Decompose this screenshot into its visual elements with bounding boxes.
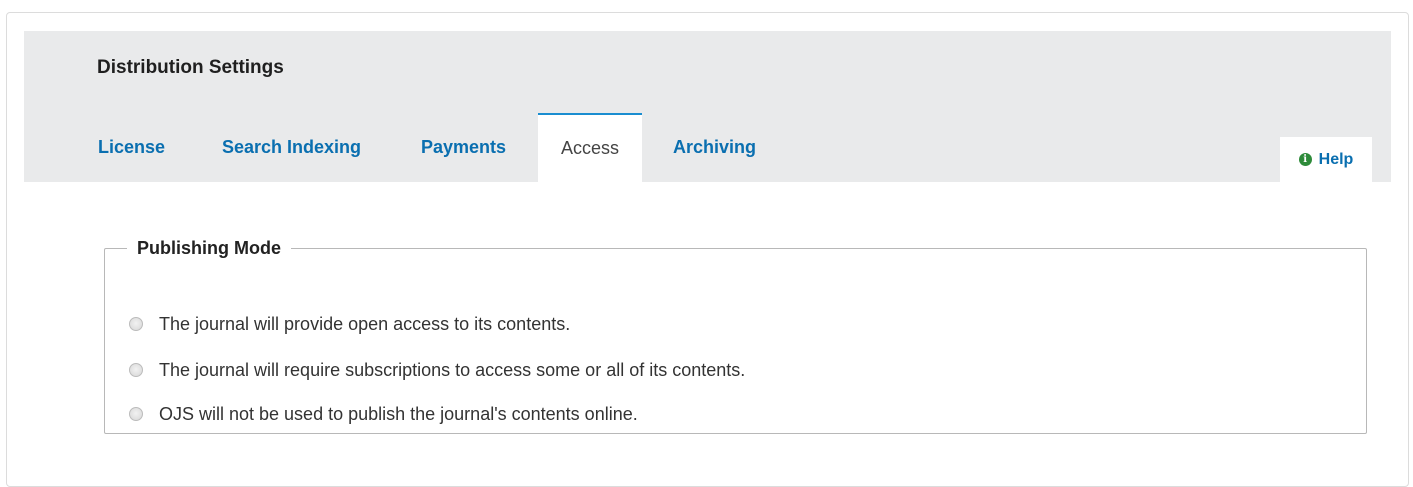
radio-button[interactable]: [129, 407, 143, 421]
tab-label: Archiving: [672, 137, 756, 157]
publishing-mode-option-none[interactable]: OJS will not be used to publish the jour…: [129, 402, 638, 426]
tab-label: License: [97, 137, 166, 157]
help-button[interactable]: i Help: [1280, 137, 1372, 182]
tab-search-indexing[interactable]: Search Indexing: [200, 113, 383, 182]
page-title: Distribution Settings: [97, 57, 284, 78]
tab-label: Search Indexing: [221, 137, 362, 157]
publishing-mode-fieldset: Publishing Mode The journal will provide…: [104, 238, 1367, 434]
option-label: The journal will require subscriptions t…: [159, 359, 746, 380]
option-label: OJS will not be used to publish the jour…: [159, 403, 638, 424]
tab-access[interactable]: Access: [538, 113, 642, 182]
publishing-mode-option-open-access[interactable]: The journal will provide open access to …: [129, 312, 570, 336]
help-label: Help: [1318, 150, 1354, 168]
info-icon: i: [1298, 153, 1312, 166]
tab-payments[interactable]: Payments: [402, 113, 525, 182]
tab-label: Payments: [420, 137, 507, 157]
tab-license[interactable]: License: [82, 113, 181, 182]
option-label: The journal will provide open access to …: [159, 313, 571, 334]
radio-button[interactable]: [129, 363, 143, 377]
publishing-mode-legend: Publishing Mode: [137, 238, 281, 258]
tab-archiving[interactable]: Archiving: [655, 113, 774, 182]
tab-label: Access: [560, 138, 620, 158]
publishing-mode-option-subscription[interactable]: The journal will require subscriptions t…: [129, 358, 745, 382]
radio-button[interactable]: [129, 317, 143, 331]
